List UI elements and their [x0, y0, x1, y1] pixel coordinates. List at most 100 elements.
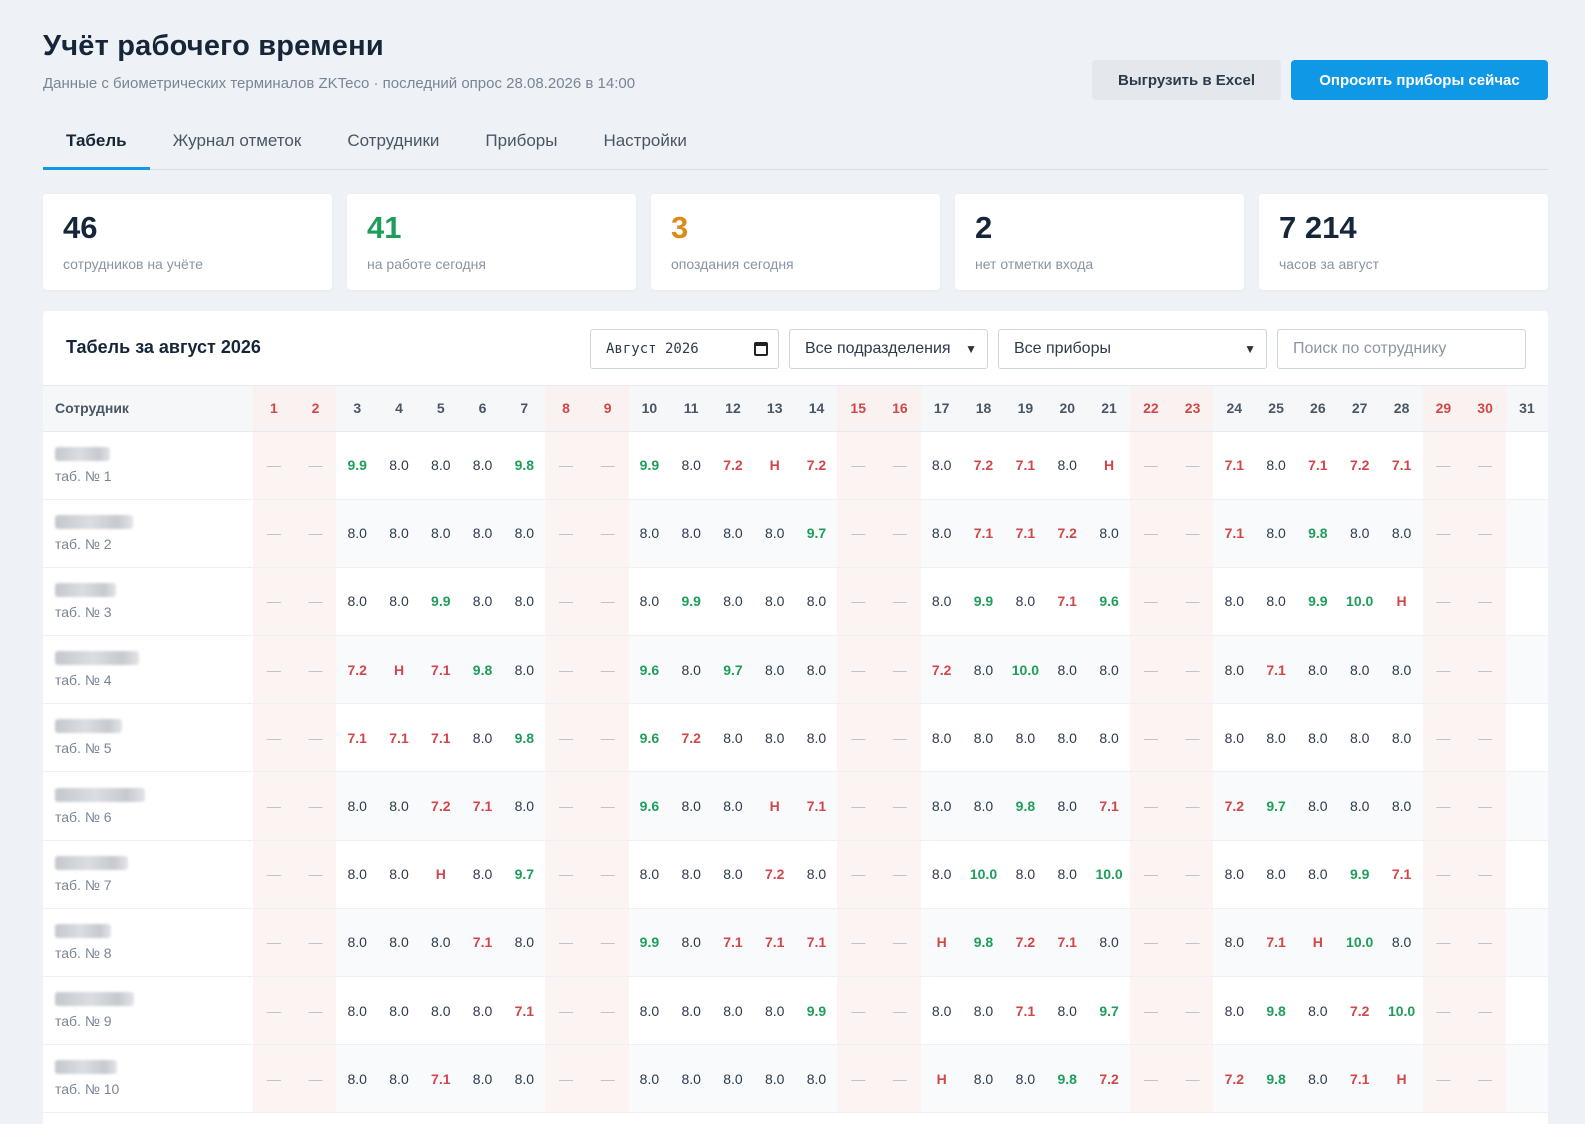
hours-cell[interactable]: 9.6 — [628, 771, 671, 841]
hours-cell[interactable]: — — [1464, 976, 1506, 1045]
hours-cell[interactable]: 9.8 — [962, 908, 1005, 977]
hours-cell[interactable]: — — [879, 1044, 921, 1113]
hours-cell[interactable]: 8.0 — [503, 635, 546, 704]
hours-cell[interactable]: 8.0 — [1088, 704, 1130, 772]
hours-cell[interactable]: — — [586, 908, 629, 977]
hours-cell[interactable]: — — [253, 840, 295, 909]
hours-cell[interactable]: 8.0 — [921, 704, 963, 772]
hours-cell[interactable]: 8.0 — [670, 908, 713, 977]
hours-cell[interactable]: — — [545, 976, 587, 1045]
hours-cell[interactable]: 8.0 — [462, 977, 504, 1045]
hours-cell[interactable]: 8.0 — [921, 840, 963, 908]
hours-cell[interactable]: — — [879, 771, 921, 841]
hours-cell[interactable] — [1505, 499, 1548, 568]
hours-cell[interactable]: 8.0 — [336, 840, 378, 908]
hours-cell[interactable]: — — [1464, 771, 1506, 841]
hours-cell[interactable]: 8.0 — [462, 567, 504, 635]
hours-cell[interactable]: 7.2 — [920, 635, 963, 704]
hours-cell[interactable]: — — [253, 431, 295, 500]
hours-cell[interactable]: — — [1171, 840, 1214, 909]
hours-cell[interactable]: 7.2 — [336, 635, 379, 704]
table-row[interactable]: таб. № 7— —8.0 8.0 Н 8.0 9.7— —8.0 8.0 8.0 7.2 8.0… — [43, 840, 1548, 909]
hours-cell[interactable]: — — [1171, 976, 1214, 1045]
hours-cell[interactable]: 8.0 — [1255, 704, 1297, 772]
hours-cell[interactable]: 7.1 — [1004, 977, 1046, 1045]
hours-cell[interactable]: 7.1 — [1255, 635, 1297, 704]
hours-cell[interactable]: 8.0 — [629, 840, 671, 908]
hours-cell[interactable]: — — [1464, 840, 1506, 909]
hours-cell[interactable]: 8.0 — [1088, 635, 1131, 704]
hours-cell[interactable]: 9.9 — [420, 567, 462, 635]
hours-cell[interactable]: 8.0 — [1046, 977, 1088, 1045]
tab-log[interactable]: Журнал отметок — [150, 118, 325, 170]
hours-cell[interactable]: 10.0 — [1004, 635, 1047, 704]
hours-cell[interactable]: 10.0 — [963, 840, 1005, 908]
hours-cell[interactable] — [1506, 431, 1548, 499]
hours-cell[interactable]: 7.1 — [712, 908, 754, 977]
table-row[interactable]: таб. № 4— —7.2 Н 7.1 9.8 8.0— —9.6 8.0 9.7 8.0 8.0… — [43, 635, 1548, 704]
hours-cell[interactable]: 8.0 — [1213, 977, 1255, 1045]
hours-cell[interactable]: 8.0 — [1255, 499, 1297, 568]
hours-cell[interactable]: 8.0 — [336, 1044, 379, 1113]
hours-cell[interactable]: — — [1422, 567, 1465, 636]
hours-cell[interactable]: 9.8 — [1004, 771, 1047, 841]
hours-cell[interactable]: — — [253, 499, 295, 568]
hours-cell[interactable]: — — [294, 840, 337, 909]
hours-cell[interactable]: — — [253, 976, 295, 1045]
hours-cell[interactable]: 8.0 — [419, 499, 462, 568]
hours-cell[interactable]: — — [837, 1044, 880, 1113]
hours-cell[interactable]: 10.0 — [1381, 977, 1423, 1045]
hours-cell[interactable]: 8.0 — [1004, 567, 1046, 635]
hours-cell[interactable]: Н — [754, 431, 796, 499]
hours-cell[interactable]: 9.9 — [628, 908, 671, 977]
hours-cell[interactable]: — — [545, 635, 587, 704]
table-row[interactable]: таб. № 8— —8.0 8.0 8.0 7.1 8.0— —9.9 8.0 7.1 7.1 7… — [43, 908, 1548, 977]
table-row[interactable]: таб. № 1— —9.9 8.0 8.0 8.0 9.8— —9.9 8.0 7.2 Н 7.2… — [43, 431, 1548, 500]
hours-cell[interactable]: 8.0 — [795, 635, 838, 704]
hours-cell[interactable]: 8.0 — [920, 499, 963, 568]
hours-cell[interactable]: 8.0 — [1004, 704, 1046, 772]
hours-cell[interactable]: — — [545, 567, 587, 636]
hours-cell[interactable]: 8.0 — [712, 977, 754, 1045]
hours-cell[interactable]: 10.0 — [1339, 567, 1381, 635]
hours-cell[interactable] — [1506, 977, 1548, 1045]
hours-cell[interactable]: 8.0 — [1296, 1044, 1339, 1113]
hours-cell[interactable]: 8.0 — [670, 431, 712, 499]
hours-cell[interactable]: — — [294, 771, 337, 841]
hours-cell[interactable]: 8.0 — [795, 1044, 838, 1113]
hours-cell[interactable]: 10.0 — [1088, 840, 1130, 908]
hours-cell[interactable]: — — [1422, 499, 1465, 568]
hours-cell[interactable]: — — [837, 499, 880, 568]
hours-cell[interactable]: — — [1464, 635, 1506, 704]
hours-cell[interactable]: 8.0 — [796, 567, 838, 635]
hours-cell[interactable]: 8.0 — [921, 567, 963, 635]
hours-cell[interactable]: — — [253, 908, 295, 977]
hours-cell[interactable]: 8.0 — [1339, 704, 1381, 772]
hours-cell[interactable]: 7.1 — [503, 977, 545, 1045]
hours-cell[interactable]: 8.0 — [1046, 771, 1089, 841]
hours-cell[interactable]: Н — [753, 771, 796, 841]
hours-cell[interactable]: — — [586, 431, 629, 500]
hours-cell[interactable]: 8.0 — [670, 840, 712, 908]
hours-cell[interactable]: 9.9 — [1339, 840, 1381, 908]
hours-cell[interactable]: 8.0 — [1255, 840, 1297, 908]
hours-cell[interactable]: Н — [420, 840, 462, 908]
hours-cell[interactable]: 7.1 — [1338, 1044, 1381, 1113]
hours-cell[interactable]: 8.0 — [378, 840, 420, 908]
hours-cell[interactable]: — — [545, 703, 587, 772]
hours-cell[interactable]: 8.0 — [670, 1044, 713, 1113]
hours-cell[interactable]: 7.1 — [1046, 908, 1089, 977]
hours-cell[interactable]: 8.0 — [378, 1044, 420, 1113]
hours-cell[interactable]: — — [586, 567, 629, 636]
hours-cell[interactable]: 8.0 — [920, 771, 963, 841]
hours-cell[interactable]: 9.8 — [461, 635, 504, 704]
table-row[interactable]: таб. № 5— —7.1 7.1 7.1 8.0 9.8— —9.6 7.2 8.0 8.0 8… — [43, 703, 1548, 772]
hours-cell[interactable]: 8.0 — [753, 1044, 796, 1113]
hours-cell[interactable]: 8.0 — [629, 977, 671, 1045]
hours-cell[interactable]: 8.0 — [1297, 977, 1339, 1045]
hours-cell[interactable]: — — [253, 1044, 295, 1113]
hours-cell[interactable]: 8.0 — [1380, 771, 1423, 841]
hours-cell[interactable]: 9.8 — [1255, 977, 1297, 1045]
hours-cell[interactable]: 8.0 — [420, 431, 462, 499]
hours-cell[interactable]: 8.0 — [962, 1044, 1005, 1113]
